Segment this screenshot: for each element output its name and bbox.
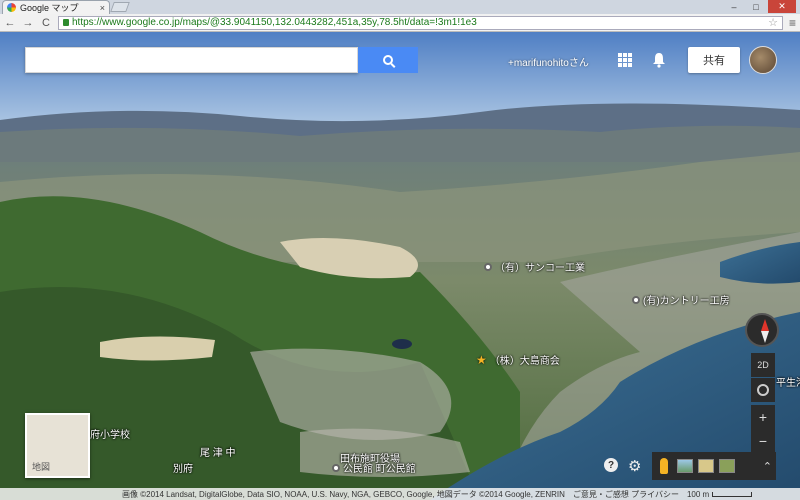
search-input[interactable]	[25, 47, 358, 73]
minimap-label: 地図	[32, 462, 51, 472]
lock-icon	[63, 19, 69, 26]
photo-thumbnail[interactable]	[719, 459, 735, 473]
attribution-text: 画像 ©2014 Landsat, DigitalGlobe, Data SIO…	[122, 489, 565, 499]
compass-north-needle	[761, 319, 769, 331]
search-icon	[383, 55, 393, 65]
reload-button[interactable]: C	[40, 17, 52, 29]
browser-tab[interactable]: Google マップ ×	[2, 0, 110, 14]
place-label: （有）サンコー工業	[495, 263, 585, 274]
browser-tab-bar: Google マップ × – □ ✕	[0, 0, 800, 14]
bottom-control-strip: ⌃	[652, 452, 776, 480]
user-name-link[interactable]: +marifunohitoさん	[508, 54, 589, 69]
zoom-out-button[interactable]: −	[751, 429, 775, 453]
scale-label: 100 m	[686, 489, 710, 499]
area-label-befu: 別府	[173, 464, 193, 475]
place-label: (有)カントリー工房	[643, 296, 730, 307]
area-label-hirao-port: 平生港	[776, 378, 800, 389]
bookmark-star-icon[interactable]: ☆	[768, 16, 778, 29]
apps-icon[interactable]	[618, 53, 632, 67]
close-window-button[interactable]: ✕	[768, 0, 796, 13]
scale-bar: 100 m	[686, 489, 753, 499]
zoom-in-button[interactable]: +	[751, 405, 775, 429]
minimap-toggle[interactable]: 地図	[25, 413, 90, 478]
google-favicon-icon	[7, 3, 16, 12]
search-button[interactable]	[358, 47, 418, 73]
pegman-icon[interactable]	[656, 456, 672, 476]
tab-title: Google マップ	[20, 3, 79, 13]
starred-place-icon: ★	[476, 352, 487, 367]
attribution-bar: 画像 ©2014 Landsat, DigitalGlobe, Data SIO…	[0, 488, 800, 500]
place-marker-country[interactable]: (有)カントリー工房	[632, 292, 730, 307]
tab-close-icon[interactable]: ×	[100, 3, 105, 13]
window-controls: – □ ✕	[724, 0, 796, 13]
new-tab-button[interactable]	[110, 2, 130, 12]
place-marker-oshima[interactable]: ★ （株）大島商会	[476, 352, 560, 368]
place-label: （株）大島商会	[489, 356, 560, 367]
layer-thumbnail[interactable]	[698, 459, 714, 473]
address-bar[interactable]: https://www.google.co.jp/maps/@33.904115…	[58, 15, 783, 30]
maximize-button[interactable]: □	[746, 0, 766, 13]
area-label-ozu: 尾 津 中	[200, 448, 236, 459]
help-icon[interactable]: ?	[604, 458, 618, 472]
my-location-button[interactable]	[751, 378, 775, 402]
browser-toolbar: ← → C https://www.google.co.jp/maps/@33.…	[0, 14, 800, 32]
area-label-school: 府小学校	[90, 430, 130, 441]
place-label: 公民館 町公民館	[343, 464, 416, 475]
address-url[interactable]: https://www.google.co.jp/maps/@33.904115…	[72, 17, 765, 28]
place-dot-icon	[332, 463, 340, 472]
place-marker-sanko[interactable]: （有）サンコー工業	[484, 259, 585, 274]
browser-menu-icon[interactable]: ≡	[789, 16, 796, 30]
attribution-links[interactable]: ご意見・ご感想 プライバシー	[573, 489, 679, 500]
map-viewport[interactable]: +marifunohitoさん 共有 （有）サンコー工業 (有)カントリー工房 …	[0, 32, 800, 500]
earth-view-thumbnail[interactable]	[677, 459, 693, 473]
tilt-toggle-button[interactable]: 2D	[751, 353, 775, 377]
place-marker-kouminkan[interactable]: 公民館 町公民館	[332, 460, 416, 475]
place-dot-icon	[484, 262, 492, 271]
bell-icon[interactable]	[652, 52, 666, 68]
compass-icon[interactable]	[745, 313, 779, 347]
chevron-up-icon[interactable]: ⌃	[763, 460, 772, 473]
minimize-button[interactable]: –	[724, 0, 744, 13]
scale-bar-line	[712, 491, 753, 497]
mylocation-icon	[757, 384, 769, 396]
back-button[interactable]: ←	[4, 17, 16, 29]
place-dot-icon	[632, 295, 640, 304]
compass-south-needle	[761, 331, 769, 343]
forward-button[interactable]: →	[22, 17, 34, 29]
avatar[interactable]	[749, 46, 777, 74]
gear-icon[interactable]: ⚙	[628, 457, 641, 475]
share-button[interactable]: 共有	[688, 47, 740, 73]
